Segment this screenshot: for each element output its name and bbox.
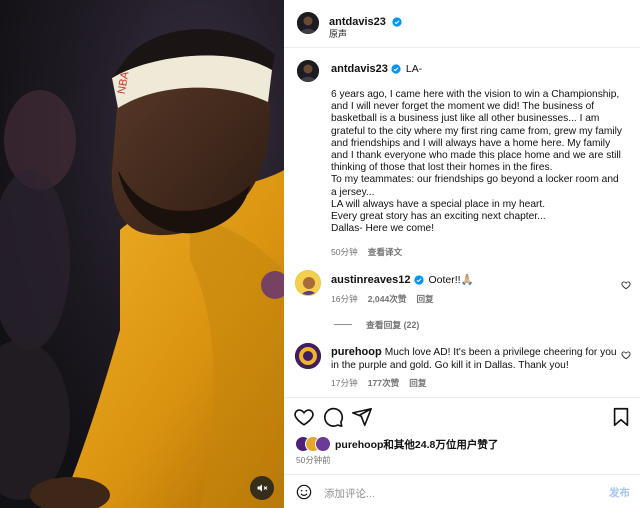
avatar-image <box>296 271 320 295</box>
emoji-icon[interactable] <box>296 484 312 500</box>
heart-icon[interactable] <box>293 406 315 428</box>
verified-badge-icon <box>392 17 402 27</box>
comment-time: 17分钟 <box>331 378 358 388</box>
player-photo: NBA <box>0 0 284 508</box>
speaker-muted-icon <box>257 484 268 492</box>
likes-count-text[interactable]: purehoop和其他24.8万位用户赞了 <box>335 437 498 452</box>
comment-like-heart-icon[interactable] <box>621 280 631 290</box>
likes-summary[interactable]: purehoop和其他24.8万位用户赞了 <box>295 436 498 452</box>
replies-divider <box>334 324 352 325</box>
mute-button[interactable] <box>250 476 274 500</box>
avatar-image <box>297 60 319 82</box>
comment-body: purehoop Much love AD! It's been a privil… <box>331 346 623 372</box>
post-media[interactable]: NBA <box>0 0 284 508</box>
see-translation-link[interactable]: 查看译文 <box>368 246 402 258</box>
avatar[interactable] <box>297 12 319 34</box>
comment-input[interactable]: 添加评论... <box>324 486 375 501</box>
comment-composer: 添加评论... 发布 <box>284 474 640 508</box>
comment-meta: 16分钟 2,044次赞 回复 <box>331 293 434 305</box>
verified-badge-icon <box>413 274 424 285</box>
comment-text: Ooter!!🙏🏼 <box>428 274 474 286</box>
avatar-image <box>297 12 319 34</box>
avatar-image <box>295 343 321 369</box>
view-replies-toggle[interactable]: 查看回复 (22) <box>334 318 419 331</box>
share-icon[interactable] <box>351 406 373 428</box>
post-header: antdavis23 原声 <box>284 0 640 48</box>
verified-badge-icon <box>391 64 401 74</box>
caption-meta: 50分钟 查看译文 <box>331 246 402 258</box>
caption-header: antdavis23 LA- <box>331 63 422 75</box>
comment-icon[interactable] <box>322 406 344 428</box>
post-comment-button[interactable]: 发布 <box>609 485 630 500</box>
reply-button[interactable]: 回复 <box>409 377 426 389</box>
action-bar <box>284 397 640 435</box>
comment-time: 16分钟 <box>331 294 358 304</box>
comment-likes[interactable]: 177次赞 <box>368 377 400 389</box>
commenter-avatar[interactable] <box>295 270 321 296</box>
comment-username[interactable]: austinreaves12 <box>331 274 411 286</box>
location-tag: LA- <box>405 63 423 75</box>
comment-like-heart-icon[interactable] <box>621 350 631 360</box>
post-timestamp: 50分钟前 <box>296 455 331 465</box>
commenter-avatar[interactable] <box>295 343 321 369</box>
comment-username[interactable]: purehoop <box>331 346 382 358</box>
caption-time: 50分钟 <box>331 247 358 257</box>
view-replies-label[interactable]: 查看回复 (22) <box>366 318 419 331</box>
reply-button[interactable]: 回复 <box>416 293 433 305</box>
comment-meta: 17分钟 177次赞 回复 <box>331 377 426 389</box>
liker-avatar <box>315 436 331 452</box>
post-details-panel: antdavis23 原声 antdavis23 LA- 6 years ago… <box>284 0 640 508</box>
bookmark-icon[interactable] <box>610 406 632 428</box>
caption-avatar[interactable] <box>297 60 319 82</box>
comment-likes[interactable]: 2,044次赞 <box>368 293 407 305</box>
caption-username[interactable]: antdavis23 <box>331 63 388 75</box>
audio-label[interactable]: 原声 <box>329 27 347 40</box>
liker-avatars <box>295 436 331 452</box>
comment-header: austinreaves12 Ooter!!🙏🏼 <box>331 273 474 287</box>
caption-text: 6 years ago, I came here with the vision… <box>331 89 622 235</box>
